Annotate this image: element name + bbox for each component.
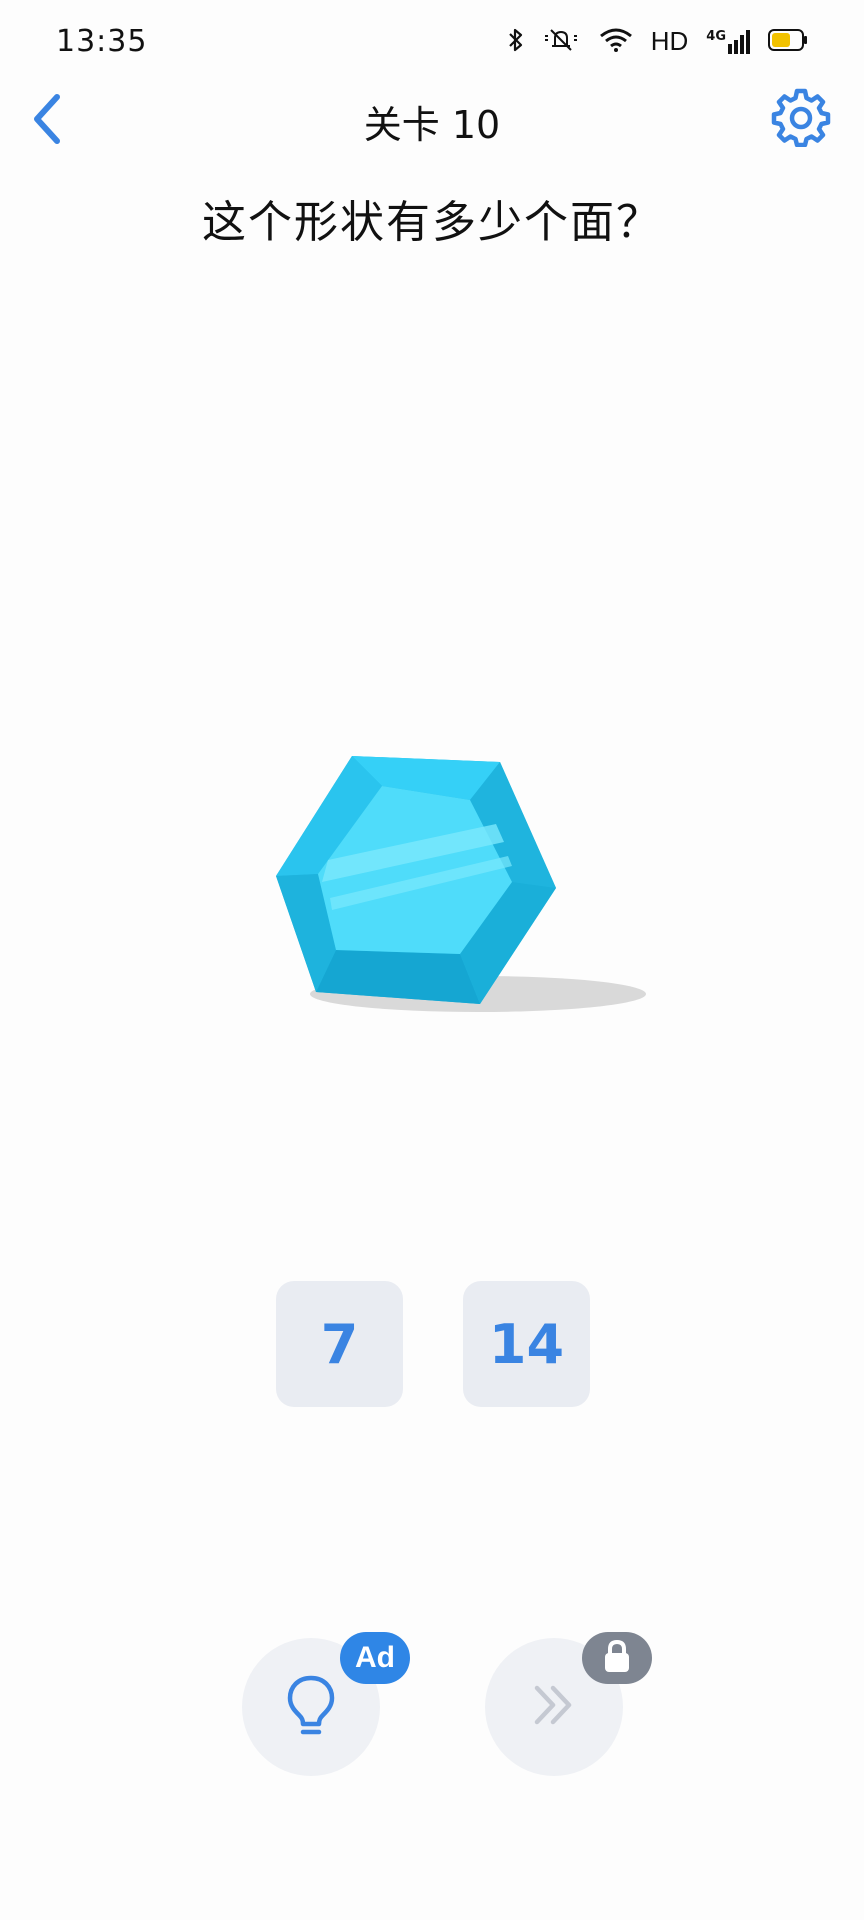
mute-bell-icon xyxy=(543,27,581,57)
gear-icon xyxy=(771,87,831,151)
signal-icon: 4G xyxy=(706,28,750,54)
double-chevron-right-icon xyxy=(529,1680,579,1734)
question-text: 这个形状有多少个面？ xyxy=(202,197,662,248)
gem-shape xyxy=(260,740,660,1040)
answer-option-14[interactable]: 14 xyxy=(463,1281,590,1407)
level-title: 关卡 10 xyxy=(363,103,501,147)
status-icons: HD 4G xyxy=(507,26,808,57)
answer-option-7[interactable]: 7 xyxy=(276,1281,403,1407)
status-bar: 13:35 HD 4G xyxy=(0,0,864,88)
wifi-icon xyxy=(599,27,633,57)
lock-icon xyxy=(602,1638,632,1678)
lightbulb-icon xyxy=(283,1672,339,1742)
battery-icon xyxy=(768,28,808,56)
settings-button[interactable] xyxy=(768,86,834,152)
network-type-label: 4G xyxy=(706,28,726,44)
ad-badge: Ad xyxy=(340,1632,410,1684)
bluetooth-icon xyxy=(507,27,525,57)
hd-label: HD xyxy=(650,26,689,56)
status-time: 13:35 xyxy=(56,24,148,59)
lock-badge xyxy=(582,1632,652,1684)
